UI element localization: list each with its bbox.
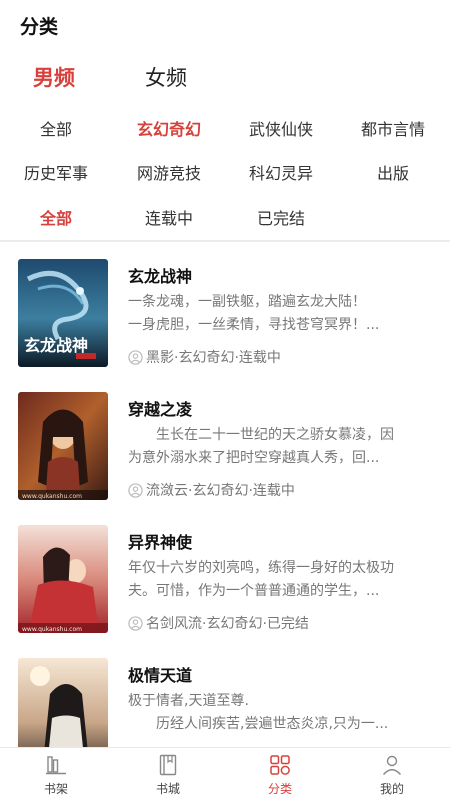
genre-xuanhuan[interactable]: 玄幻奇幻 (137, 116, 201, 140)
book-description-line: 为意外溺水来了把时空穿越真人秀，回... (128, 450, 380, 466)
book-description-line: 年仅十六岁的刘亮鸣，练得一身好的太极功 (128, 560, 394, 576)
tab-label: 我的 (379, 782, 404, 796)
book-title: 穿越之凌 (128, 400, 193, 419)
book-title: 异界神使 (128, 533, 193, 552)
genre-history[interactable]: 历史军事 (24, 160, 88, 184)
author-icon (128, 483, 143, 498)
tab-male[interactable]: 男频 (33, 62, 75, 92)
status-completed[interactable]: 已完结 (257, 205, 305, 229)
book-meta-text: 名剑风流·玄幻奇幻·已完结 (146, 616, 309, 632)
tab-label: 书架 (43, 782, 68, 796)
bookstore-icon (159, 754, 177, 776)
genre-publish[interactable]: 出版 (377, 160, 409, 184)
book-cover: www.qukanshu.com (18, 525, 108, 633)
book-description-line: 夫。可惜，作为一个普普通通的学生，... (128, 583, 380, 599)
list-item[interactable]: 极情天道 极于情者,天道至尊. 历经人间疾苦,尝遍世态炎凉,只为一... (0, 658, 450, 747)
book-description: 极于情者,天道至尊. 历经人间疾苦,尝遍世态炎凉,只为一... (128, 690, 428, 736)
genre-all[interactable]: 全部 (40, 116, 72, 140)
category-grid-icon (270, 755, 290, 775)
book-meta-text: 流潋云·玄幻奇幻·连载中 (146, 483, 295, 499)
genre-row-2: 历史军事 网游竞技 科幻灵异 出版 (0, 160, 450, 190)
book-meta: 黑影·玄幻奇幻·连载中 (128, 347, 281, 367)
book-description: 生长在二十一世纪的天之骄女慕凌，因 为意外溺水来了把时空穿越真人秀，回... (128, 424, 428, 470)
book-meta-text: 黑影·玄幻奇幻·连载中 (146, 350, 281, 366)
status-all[interactable]: 全部 (40, 205, 72, 229)
list-item[interactable]: 玄龙战神 玄龙战神 一条龙魂，一副铁躯，踏遍玄龙大陆！ 一身虎胆，一丝柔情，寻找… (0, 259, 450, 389)
header: 分类 (0, 0, 450, 50)
page-title: 分类 (20, 16, 59, 38)
tab-label: 书城 (155, 782, 180, 796)
author-icon (128, 350, 143, 365)
book-description: 年仅十六岁的刘亮鸣，练得一身好的太极功 夫。可惜，作为一个普普通通的学生，... (128, 557, 428, 603)
book-cover: 玄龙战神 (18, 259, 108, 367)
bottom-tab-bar: 书架 书城 分类 我的 (0, 747, 450, 800)
cover-url-text: www.qukanshu.com (22, 493, 82, 500)
book-meta: 名剑风流·玄幻奇幻·已完结 (128, 613, 309, 633)
book-title: 玄龙战神 (128, 267, 193, 286)
tab-label: 分类 (267, 782, 292, 796)
book-description-line: 生长在二十一世纪的天之骄女慕凌，因 (128, 427, 394, 443)
list-item[interactable]: www.qukanshu.com 异界神使 年仅十六岁的刘亮鸣，练得一身好的太极… (0, 525, 450, 655)
genre-game[interactable]: 网游竞技 (137, 160, 201, 184)
genre-wuxia[interactable]: 武侠仙侠 (249, 116, 313, 140)
book-description: 一条龙魂，一副铁躯，踏遍玄龙大陆！ 一身虎胆，一丝柔情，寻找苍穹冥界！... (128, 291, 428, 337)
profile-icon (382, 755, 402, 775)
book-description-line: 极于情者,天道至尊. (128, 693, 249, 709)
gender-tabs: 男频 女频 (0, 62, 450, 98)
book-description-line: 一身虎胆，一丝柔情，寻找苍穹冥界！... (128, 317, 380, 333)
tab-bookstore[interactable]: 书城 (112, 748, 224, 800)
tab-female[interactable]: 女频 (145, 62, 187, 92)
cover-url-text: www.qukanshu.com (22, 626, 82, 633)
genre-scifi[interactable]: 科幻灵异 (249, 160, 313, 184)
list-item[interactable]: www.qukanshu.com 穿越之凌 生长在二十一世纪的天之骄女慕凌，因 … (0, 392, 450, 522)
genre-dushi[interactable]: 都市言情 (361, 116, 425, 140)
book-list[interactable]: 玄龙战神 玄龙战神 一条龙魂，一副铁躯，踏遍玄龙大陆！ 一身虎胆，一丝柔情，寻找… (0, 242, 450, 747)
book-title: 极情天道 (128, 666, 193, 685)
bookshelf-icon (46, 756, 66, 775)
status-serializing[interactable]: 连载中 (145, 205, 193, 229)
cover-text: 玄龙战神 (24, 336, 88, 355)
book-description-line: 一条龙魂，一副铁躯，踏遍玄龙大陆！ (128, 294, 366, 310)
status-row: 全部 连载中 已完结 (0, 205, 450, 235)
book-meta: 流潋云·玄幻奇幻·连载中 (128, 480, 295, 500)
tab-profile[interactable]: 我的 (336, 748, 448, 800)
book-cover (18, 658, 108, 747)
tab-category[interactable]: 分类 (224, 748, 336, 800)
book-description-line: 历经人间疾苦,尝遍世态炎凉,只为一... (128, 716, 389, 732)
author-icon (128, 616, 143, 631)
tab-bookshelf[interactable]: 书架 (0, 748, 112, 800)
book-cover: www.qukanshu.com (18, 392, 108, 500)
genre-row-1: 全部 玄幻奇幻 武侠仙侠 都市言情 (0, 116, 450, 146)
